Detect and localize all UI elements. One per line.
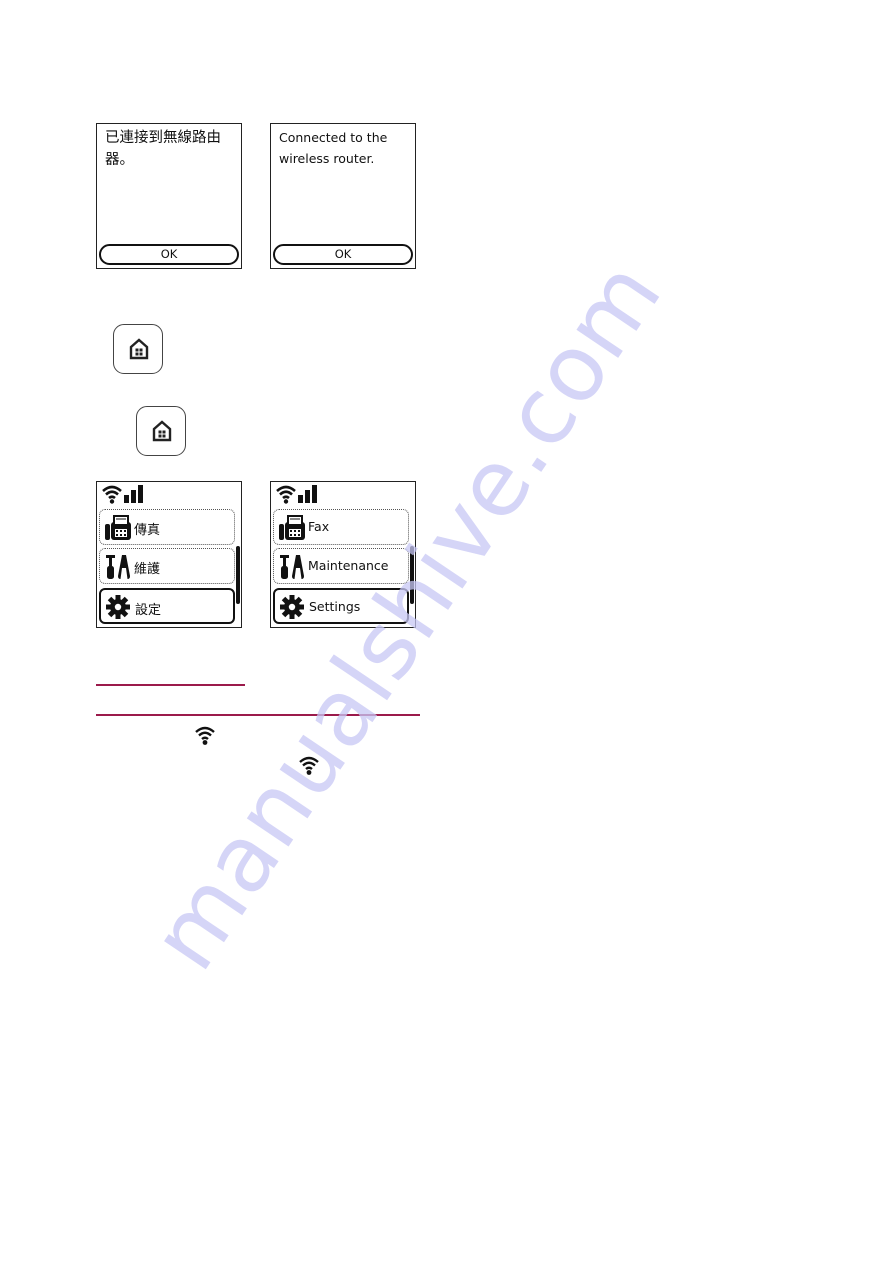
- menu-item-fax[interactable]: 傳真: [99, 509, 235, 545]
- menu-item-settings[interactable]: Settings: [273, 588, 409, 624]
- menu-item-maintenance[interactable]: Maintenance: [273, 548, 409, 584]
- status-bar: [101, 484, 161, 504]
- confirmation-screen-en: Connected to the wireless router. OK: [270, 123, 416, 269]
- menu-item-settings[interactable]: 設定: [99, 588, 235, 624]
- divider-short: [96, 684, 245, 686]
- home-menu-screen-en: Fax Maintenance Settings: [270, 481, 416, 628]
- menu-item-fax[interactable]: Fax: [273, 509, 409, 545]
- status-bar: [275, 484, 335, 504]
- maintenance-icon: [280, 555, 304, 579]
- ok-button[interactable]: OK: [99, 244, 239, 265]
- gear-icon: [280, 595, 304, 619]
- fax-icon: [279, 515, 305, 540]
- home-icon: [129, 338, 149, 360]
- maintenance-icon: [106, 555, 130, 579]
- confirmation-message: 已連接到無線路由器。: [105, 130, 221, 168]
- fax-icon: [105, 515, 131, 540]
- signal-strength-icon: [298, 485, 317, 503]
- menu-item-label: 設定: [135, 603, 162, 618]
- menu-item-label: Maintenance: [308, 558, 389, 573]
- home-button[interactable]: [113, 324, 163, 374]
- menu-item-label: Settings: [309, 599, 361, 614]
- signal-strength-icon: [124, 485, 143, 503]
- scrollbar[interactable]: [236, 546, 240, 604]
- scrollbar[interactable]: [410, 546, 414, 604]
- menu-item-label: Fax: [308, 519, 330, 534]
- wifi-icon: [102, 485, 122, 504]
- home-menu-screen-zh: 傳真 維護 設定: [96, 481, 242, 628]
- confirmation-message: Connected to the wireless router.: [279, 130, 388, 166]
- divider-long: [96, 714, 420, 716]
- wifi-icon: [276, 485, 296, 504]
- menu-item-label: 傳真: [134, 523, 161, 538]
- wifi-icon: [195, 726, 215, 745]
- menu-item-label: 維護: [134, 562, 161, 577]
- menu-item-maintenance[interactable]: 維護: [99, 548, 235, 584]
- home-icon: [152, 420, 172, 442]
- home-button[interactable]: [136, 406, 186, 456]
- gear-icon: [106, 595, 130, 619]
- confirmation-screen-zh: 已連接到無線路由器。 OK: [96, 123, 242, 269]
- wifi-icon: [299, 756, 319, 775]
- ok-button[interactable]: OK: [273, 244, 413, 265]
